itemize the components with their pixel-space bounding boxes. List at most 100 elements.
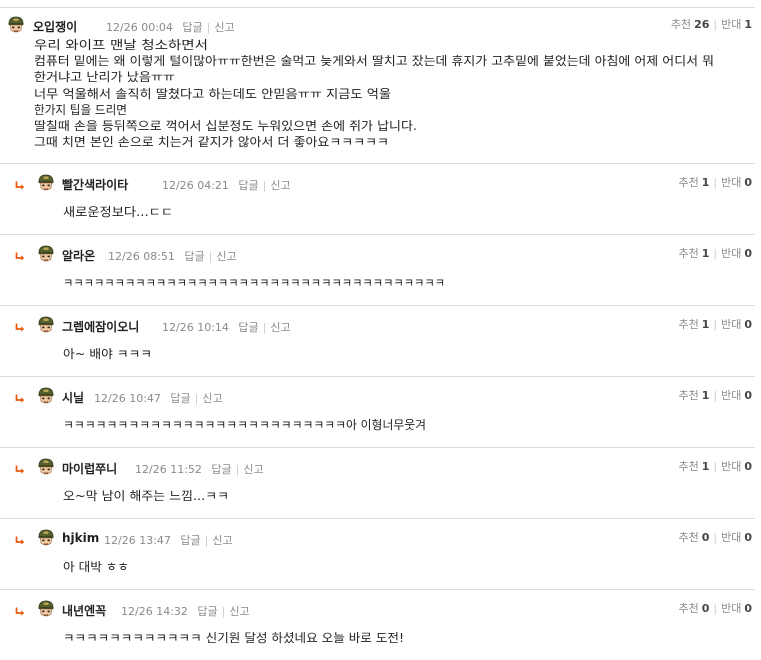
comment-date: 12/26 10:47 <box>94 392 161 405</box>
soldier-avatar-icon[interactable] <box>36 599 56 619</box>
vote-separator: | <box>713 247 718 260</box>
comment-author[interactable]: 빨간색라이타 <box>62 176 128 193</box>
vote-box: 추천 1 | 반대 0 <box>678 458 752 474</box>
vote-box: 추천 1 | 반대 0 <box>678 316 752 332</box>
comment-author[interactable]: 알라온 <box>62 247 95 264</box>
comment-text-line: ㅋㅋㅋㅋㅋㅋㅋㅋㅋㅋㅋㅋ 신기원 달성 하셨네요 오늘 바로 도전! <box>63 631 404 645</box>
comment-header: 오입쟁이 12/26 00:04 답글 | 신고 추천 26 | 반대 1 <box>0 14 755 36</box>
vote-box: 추천 26 | 반대 1 <box>671 16 752 32</box>
comment-header: 그렙에잠이오니 12/26 10:14 답글 | 신고 추천 1 | 반대 0 <box>0 314 755 336</box>
downvote-button[interactable]: 반대 <box>721 318 741 331</box>
comment-meta: 12/26 10:47 답글 | 신고 <box>94 390 223 406</box>
comment-text-line: 아 대박 ㅎㅎ <box>63 560 129 574</box>
comment-text-line: ㅋㅋㅋㅋㅋㅋㅋㅋㅋㅋㅋㅋㅋㅋㅋㅋㅋㅋㅋㅋㅋㅋㅋㅋㅋㅋ아 이형너무웃겨 <box>63 418 426 432</box>
comment-header: 빨간색라이타 12/26 04:21 답글 | 신고 추천 1 | 반대 0 <box>0 172 755 194</box>
comment-author[interactable]: 오입쟁이 <box>33 18 77 35</box>
downvote-count: 0 <box>744 460 752 473</box>
comment-meta: 12/26 10:14 답글 | 신고 <box>162 319 291 335</box>
soldier-avatar-icon[interactable] <box>36 528 56 548</box>
downvote-count: 1 <box>744 18 752 31</box>
downvote-button[interactable]: 반대 <box>721 247 741 260</box>
comment: 그렙에잠이오니 12/26 10:14 답글 | 신고 추천 1 | 반대 0 아~ 배야 ㅋㅋㅋ <box>0 306 755 377</box>
soldier-avatar-icon[interactable] <box>36 386 56 406</box>
report-link[interactable]: 신고 <box>216 250 236 263</box>
reply-arrow-icon <box>14 319 26 332</box>
downvote-count: 0 <box>744 318 752 331</box>
comment-text-line: 오~막 남이 해주는 느낌...ㅋㅋ <box>63 489 230 503</box>
upvote-count: 1 <box>701 318 710 331</box>
comment-text-line: 컴퓨터 밑에는 왜 이렇게 털이많아ㅠㅠ한번은 술먹고 늦게와서 딸치고 잤는데… <box>34 54 714 69</box>
comment: 빨간색라이타 12/26 04:21 답글 | 신고 추천 1 | 반대 0 새로운정보다...ㄷ… <box>0 164 755 235</box>
reply-link[interactable]: 답글 <box>238 179 258 192</box>
upvote-count: 0 <box>701 531 710 544</box>
comment-text-line: 아~ 배야 ㅋㅋㅋ <box>63 347 152 361</box>
comment-author[interactable]: hjkim <box>62 531 99 545</box>
report-link[interactable]: 신고 <box>202 392 222 405</box>
comment-body: ㅋㅋㅋㅋㅋㅋㅋㅋㅋㅋㅋㅋㅋㅋㅋㅋㅋㅋㅋㅋㅋㅋㅋㅋㅋㅋㅋㅋㅋㅋㅋㅋㅋㅋㅋㅋㅋ <box>63 275 471 291</box>
downvote-button[interactable]: 반대 <box>721 389 741 402</box>
downvote-button[interactable]: 반대 <box>721 602 741 615</box>
downvote-button[interactable]: 반대 <box>721 460 741 473</box>
upvote-count: 1 <box>701 460 710 473</box>
report-link[interactable]: 신고 <box>243 463 263 476</box>
upvote-button[interactable]: 추천 <box>678 460 698 473</box>
upvote-button[interactable]: 추천 <box>678 176 698 189</box>
comment-body: 아~ 배야 ㅋㅋㅋ <box>63 346 152 362</box>
report-link[interactable]: 신고 <box>214 21 234 34</box>
reply-link[interactable]: 답글 <box>197 605 217 618</box>
upvote-button[interactable]: 추천 <box>678 247 698 260</box>
downvote-button[interactable]: 반대 <box>721 176 741 189</box>
comment-header: 마이럽쭈니 12/26 11:52 답글 | 신고 추천 1 | 반대 0 <box>0 456 755 478</box>
downvote-button[interactable]: 반대 <box>721 18 741 31</box>
comment: 시닐 12/26 10:47 답글 | 신고 추천 1 | 반대 0 ㅋㅋㅋㅋㅋㅋㅋㅋㅋㅋㅋㅋㅋㅋ… <box>0 377 755 448</box>
upvote-button[interactable]: 추천 <box>678 318 698 331</box>
vote-box: 추천 1 | 반대 0 <box>678 387 752 403</box>
meta-separator: | <box>204 534 209 547</box>
vote-separator: | <box>713 602 718 615</box>
downvote-button[interactable]: 반대 <box>721 531 741 544</box>
vote-separator: | <box>713 318 718 331</box>
reply-link[interactable]: 답글 <box>238 321 258 334</box>
meta-separator: | <box>262 179 267 192</box>
downvote-count: 0 <box>744 247 752 260</box>
soldier-avatar-icon[interactable] <box>6 15 26 35</box>
comment-body: 우리 와이프 맨날 청소하면서 컴퓨터 밑에는 왜 이렇게 털이많아ㅠㅠ한번은 술… <box>34 37 714 150</box>
comment: hjkim 12/26 13:47 답글 | 신고 추천 0 | 반대 0 아 대박 ㅎㅎ <box>0 519 755 590</box>
upvote-button[interactable]: 추천 <box>671 18 691 31</box>
soldier-avatar-icon[interactable] <box>36 244 56 264</box>
vote-separator: | <box>713 531 718 544</box>
report-link[interactable]: 신고 <box>270 321 290 334</box>
soldier-avatar-icon[interactable] <box>36 173 56 193</box>
report-link[interactable]: 신고 <box>212 534 232 547</box>
upvote-count: 1 <box>701 176 710 189</box>
reply-link[interactable]: 답글 <box>180 534 200 547</box>
reply-link[interactable]: 답글 <box>184 250 204 263</box>
comment-text-line: 너무 억울해서 솔직히 딸쳤다고 하는데도 안믿음ㅠㅠ 지금도 억울 <box>34 86 391 101</box>
comment-header: 알라온 12/26 08:51 답글 | 신고 추천 1 | 반대 0 <box>0 243 755 265</box>
soldier-avatar-icon[interactable] <box>36 315 56 335</box>
report-link[interactable]: 신고 <box>270 179 290 192</box>
comment-body: 아 대박 ㅎㅎ <box>63 559 129 575</box>
comment-header: 내년엔꼭 12/26 14:32 답글 | 신고 추천 0 | 반대 0 <box>0 598 755 620</box>
reply-link[interactable]: 답글 <box>211 463 231 476</box>
vote-separator: | <box>713 460 718 473</box>
downvote-count: 0 <box>744 389 752 402</box>
reply-link[interactable]: 답글 <box>182 21 202 34</box>
meta-separator: | <box>206 21 211 34</box>
comment-author[interactable]: 내년엔꼭 <box>62 602 106 619</box>
comment-author[interactable]: 시닐 <box>62 389 84 406</box>
upvote-button[interactable]: 추천 <box>678 389 698 402</box>
upvote-button[interactable]: 추천 <box>678 531 698 544</box>
upvote-button[interactable]: 추천 <box>678 602 698 615</box>
downvote-count: 0 <box>744 176 752 189</box>
comment-date: 12/26 14:32 <box>121 605 188 618</box>
comment-author[interactable]: 그렙에잠이오니 <box>62 318 139 335</box>
comment-author[interactable]: 마이럽쭈니 <box>62 460 117 477</box>
soldier-avatar-icon[interactable] <box>36 457 56 477</box>
meta-separator: | <box>208 250 213 263</box>
reply-link[interactable]: 답글 <box>170 392 190 405</box>
comment-text-line: 한가지 팁을 드리면 <box>34 102 127 117</box>
comment-date: 12/26 00:04 <box>106 21 173 34</box>
report-link[interactable]: 신고 <box>229 605 249 618</box>
comment-text-line: 새로운정보다...ㄷㄷ <box>63 205 174 219</box>
